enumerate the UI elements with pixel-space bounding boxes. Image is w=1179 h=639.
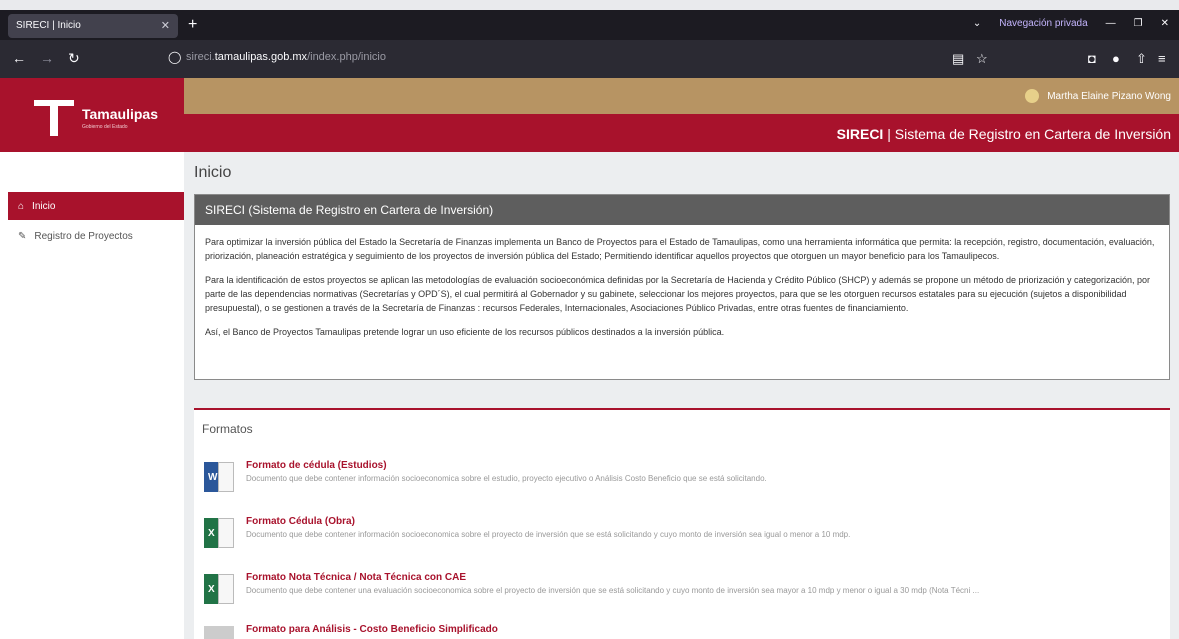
- logo[interactable]: Tamaulipas Gobierno del Estado: [0, 78, 184, 152]
- window-controls: ⌄ Navegación privada — ❐ ✕: [973, 18, 1169, 29]
- system-bar: SIRECI | Sistema de Registro en Cartera …: [184, 114, 1179, 152]
- pocket-icon[interactable]: ◘: [1088, 51, 1096, 66]
- system-title: SIRECI | Sistema de Registro en Cartera …: [836, 126, 1171, 142]
- private-browsing-label: Navegación privada: [999, 18, 1088, 29]
- back-icon[interactable]: ←: [12, 50, 26, 66]
- tab-title: SIRECI | Inicio: [16, 20, 81, 31]
- format-item[interactable]: X Formato Nota Técnica / Nota Técnica co…: [204, 570, 1154, 610]
- user-menu[interactable]: Martha Elaine Pizano Wong: [1025, 89, 1171, 103]
- user-name: Martha Elaine Pizano Wong: [1047, 90, 1171, 102]
- paragraph: Para optimizar la inversión pública del …: [205, 237, 1155, 261]
- minimize-icon[interactable]: —: [1106, 18, 1116, 29]
- menu-icon[interactable]: ≡: [1158, 51, 1166, 66]
- new-tab-icon[interactable]: +: [188, 16, 197, 34]
- format-description: Documento que debe contener información …: [246, 474, 767, 483]
- paragraph: Así, el Banco de Proyectos Tamaulipas pr…: [205, 327, 725, 337]
- address-bar[interactable]: sireci.tamaulipas.gob.mx/index.php/inici…: [186, 51, 386, 63]
- intro-panel: SIRECI (Sistema de Registro en Cartera d…: [194, 194, 1170, 380]
- sidebar-item-label: Inicio: [32, 200, 56, 212]
- chevron-down-icon[interactable]: ⌄: [973, 18, 981, 29]
- browser-navbar: ← → ↻ ◯ sireci.tamaulipas.gob.mx/index.p…: [0, 40, 1179, 78]
- url-prefix: sireci.: [186, 51, 215, 63]
- excel-icon: [204, 626, 234, 639]
- sidebar: ⌂ Inicio ✎ Registro de Proyectos: [0, 152, 184, 639]
- page-title: Inicio: [194, 164, 232, 181]
- logo-text: Tamaulipas: [82, 106, 158, 122]
- url-domain: tamaulipas.gob.mx: [214, 51, 308, 63]
- browser-tab[interactable]: SIRECI | Inicio ✕: [8, 14, 178, 38]
- url-path: /index.php/inicio: [307, 51, 386, 63]
- system-full-name: Sistema de Registro en Cartera de Invers…: [894, 126, 1171, 142]
- forward-icon[interactable]: →: [40, 50, 54, 66]
- system-short-name: SIRECI: [836, 126, 884, 142]
- format-description: Documento que debe contener información …: [246, 530, 851, 539]
- formats-title: Formatos: [202, 422, 253, 436]
- excel-icon: X: [204, 574, 234, 604]
- sidebar-item-inicio[interactable]: ⌂ Inicio: [8, 192, 184, 220]
- edit-icon: ✎: [18, 230, 27, 242]
- format-title[interactable]: Formato para Análisis - Costo Beneficio …: [246, 624, 498, 635]
- format-title[interactable]: Formato de cédula (Estudios): [246, 460, 387, 471]
- panel-body: Para optimizar la inversión pública del …: [195, 225, 1169, 359]
- excel-icon: X: [204, 518, 234, 548]
- close-icon[interactable]: ✕: [161, 19, 170, 32]
- formats-section: Formatos W Formato de cédula (Estudios) …: [194, 408, 1170, 639]
- reader-view-icon[interactable]: ▤: [952, 51, 964, 67]
- top-user-bar: Martha Elaine Pizano Wong: [184, 78, 1179, 114]
- sidebar-item-registro[interactable]: ✎ Registro de Proyectos: [8, 222, 184, 250]
- close-window-icon[interactable]: ✕: [1161, 18, 1169, 29]
- share-icon[interactable]: ⇧: [1136, 51, 1147, 67]
- avatar: [1025, 89, 1040, 103]
- reload-icon[interactable]: ↻: [68, 50, 80, 67]
- browser-titlebar: SIRECI | Inicio ✕ + ⌄ Navegación privada…: [0, 10, 1179, 40]
- home-icon: ⌂: [18, 200, 25, 212]
- format-title[interactable]: Formato Nota Técnica / Nota Técnica con …: [246, 572, 466, 583]
- format-item[interactable]: X Formato Cédula (Obra) Documento que de…: [204, 514, 1154, 554]
- shield-icon[interactable]: ◯: [168, 50, 181, 64]
- format-description: Documento que debe contener una evaluaci…: [246, 586, 980, 595]
- bookmark-star-icon[interactable]: ☆: [976, 51, 988, 67]
- logo-subtext: Gobierno del Estado: [82, 124, 128, 130]
- format-item[interactable]: Formato para Análisis - Costo Beneficio …: [204, 622, 1154, 639]
- tamaulipas-logo-icon: [34, 100, 74, 136]
- sidebar-item-label: Registro de Proyectos: [34, 230, 133, 242]
- format-item[interactable]: W Formato de cédula (Estudios) Documento…: [204, 458, 1154, 498]
- paragraph: Para la identificación de estos proyecto…: [205, 275, 1151, 313]
- format-title[interactable]: Formato Cédula (Obra): [246, 516, 355, 527]
- word-icon: W: [204, 462, 234, 492]
- maximize-icon[interactable]: ❐: [1134, 18, 1143, 29]
- panel-title: SIRECI (Sistema de Registro en Cartera d…: [195, 195, 1169, 225]
- extension-icon[interactable]: ●: [1112, 51, 1120, 66]
- page: Tamaulipas Gobierno del Estado Martha El…: [0, 78, 1179, 639]
